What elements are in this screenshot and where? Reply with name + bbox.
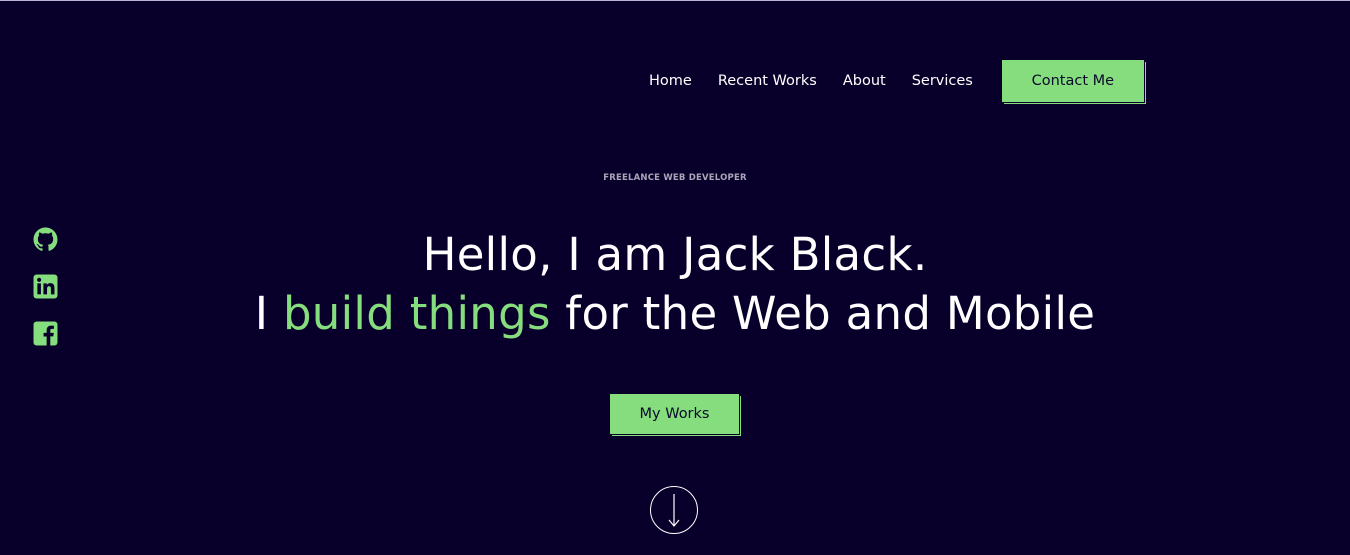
- scroll-down-button[interactable]: [650, 486, 698, 534]
- page: Home Recent Works About Services Contact…: [0, 0, 1350, 555]
- top-divider: [0, 0, 1350, 1]
- subtitle-suffix: for the Web and Mobile: [550, 287, 1096, 340]
- subtitle-accent: build things: [282, 287, 551, 340]
- contact-me-button[interactable]: Contact Me: [1001, 60, 1144, 102]
- nav-item-services[interactable]: Services: [912, 61, 973, 101]
- hero-title: Hello, I am Jack Black.: [422, 228, 928, 281]
- main-nav: Home Recent Works About Services Contact…: [636, 60, 1146, 104]
- nav-item-about[interactable]: About: [843, 61, 886, 101]
- nav-item-home[interactable]: Home: [649, 61, 692, 101]
- contact-button-wrap: Contact Me: [1001, 60, 1146, 104]
- arrow-down-icon: [668, 494, 680, 527]
- my-works-button[interactable]: My Works: [610, 394, 739, 434]
- subtitle-prefix: I: [254, 287, 283, 340]
- hero-subtitle: I build things for the Web and Mobile: [0, 287, 1350, 340]
- my-works-button-wrap: My Works: [610, 394, 741, 436]
- nav-item-recent-works[interactable]: Recent Works: [718, 61, 817, 101]
- hero-eyebrow: FREELANCE WEB DEVELOPER: [603, 173, 747, 183]
